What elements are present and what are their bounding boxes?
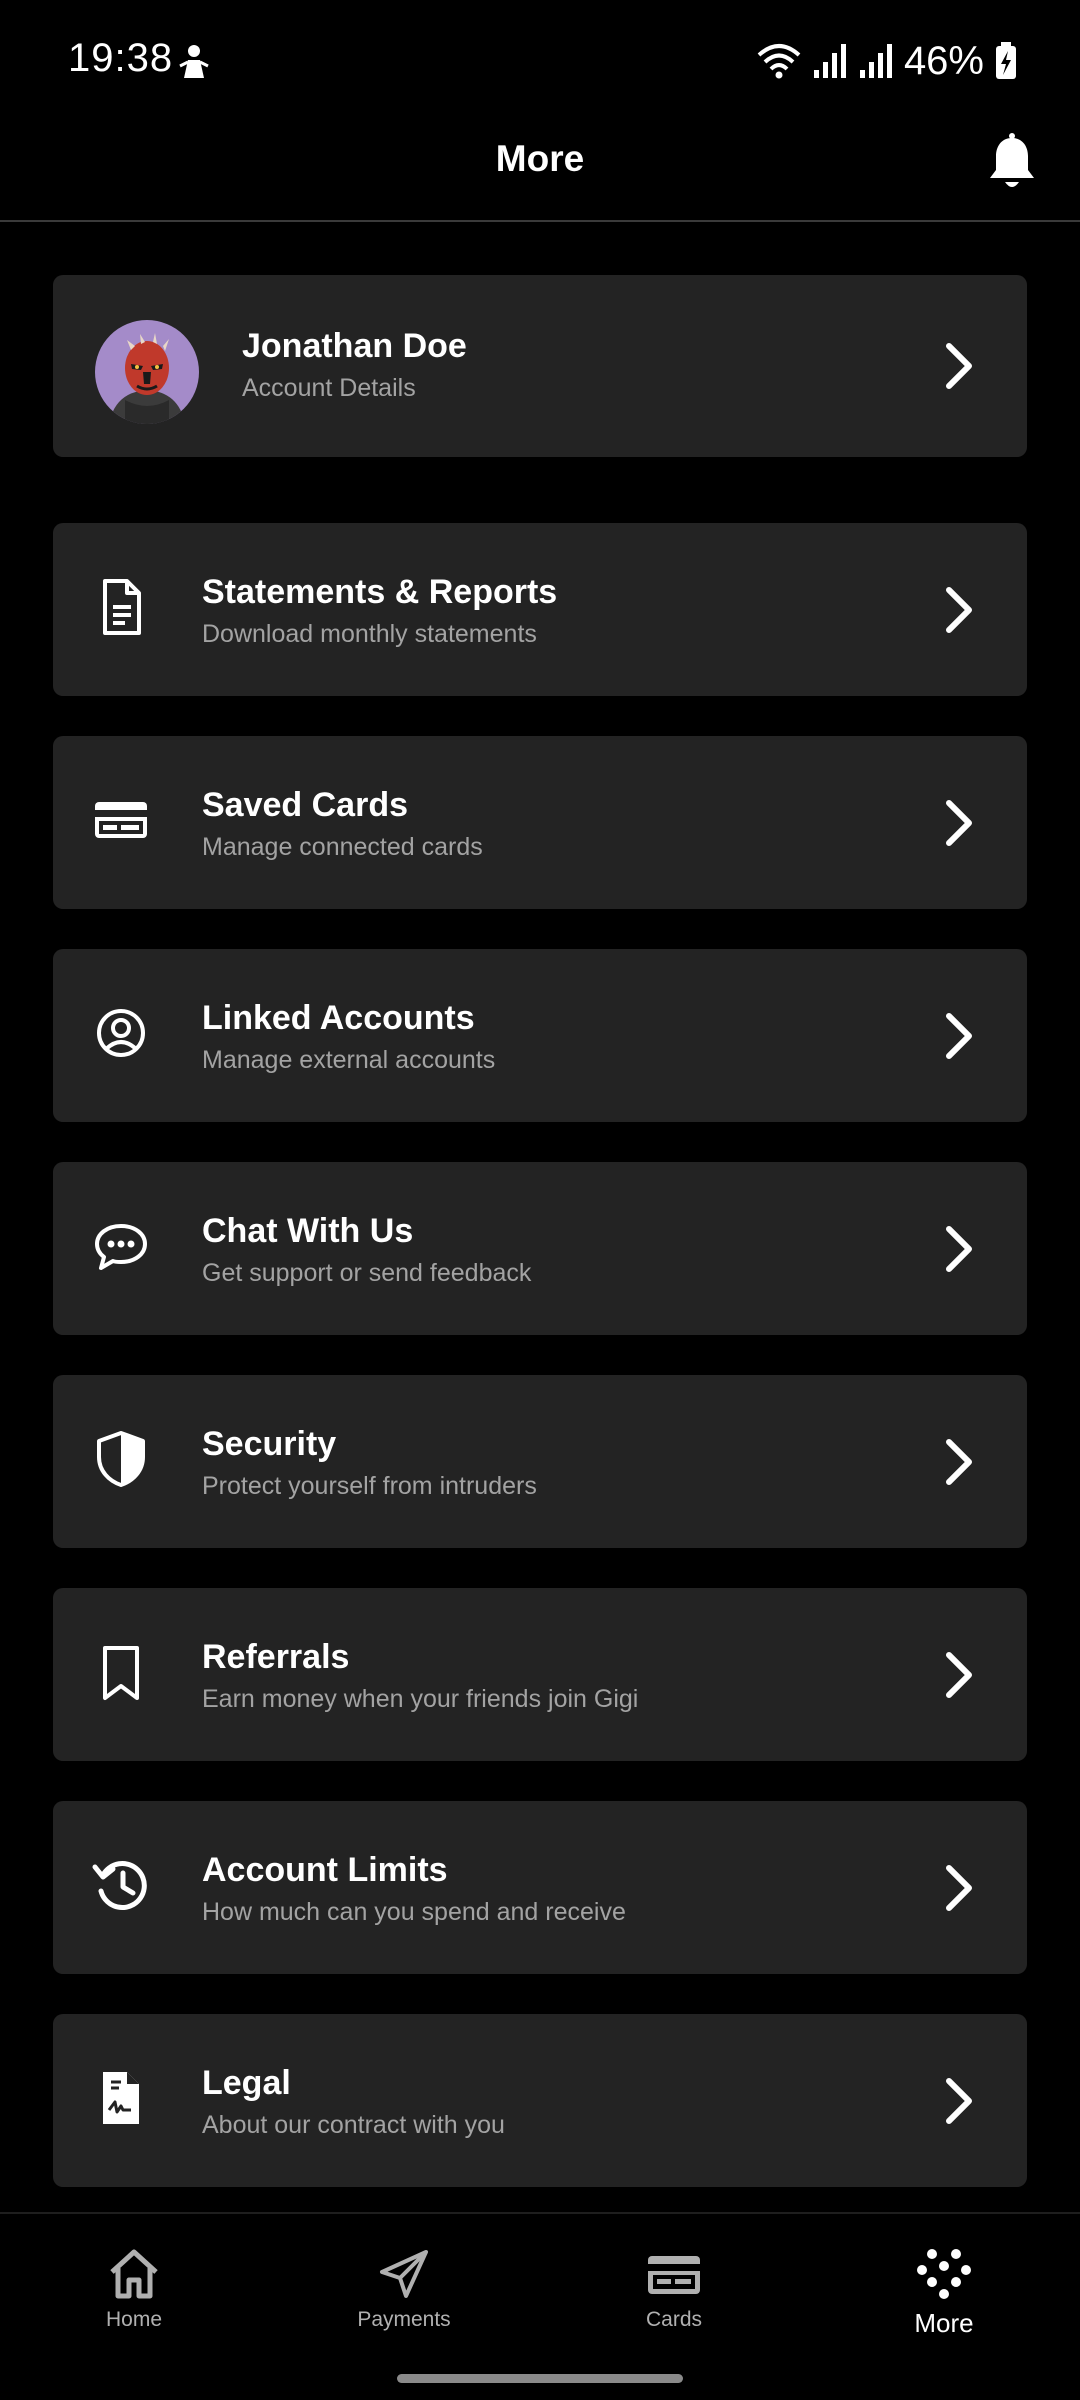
status-time: 19:38 [68,36,174,80]
menu-item-account-limits[interactable]: Account Limits How much can you spend an… [53,1801,1027,1974]
chat-icon [95,1224,147,1270]
home-indicator[interactable] [397,2374,683,2383]
chevron-right-icon [946,343,972,389]
nav-more[interactable]: More [844,2246,1044,2339]
user-circle-icon [97,1009,145,1057]
battery-percent: 46% [903,38,984,83]
signal-icon-2 [859,44,892,78]
document-icon [103,579,141,635]
menu-item-title: Chat With Us [202,1212,414,1250]
chevron-right-icon [946,1225,972,1272]
nav-label: Cards [645,2308,703,2331]
page-title: More [495,138,585,179]
chevron-right-icon [946,2077,972,2124]
chevron-right-icon [946,1864,972,1911]
menu-item-statements[interactable]: Statements & Reports Download monthly st… [53,523,1027,696]
menu-item-chat[interactable]: Chat With Us Get support or send feedbac… [53,1162,1027,1335]
menu-item-title: Statements & Reports [202,573,558,611]
menu-item-security[interactable]: Security Protect yourself from intruders [53,1375,1027,1548]
history-icon [92,1861,147,1910]
chevron-right-icon [946,1651,972,1698]
menu-item-subtitle: Manage connected cards [202,833,483,861]
chevron-right-icon [946,1012,972,1059]
menu-item-subtitle: Earn money when your friends join Gigi [202,1685,639,1713]
bookmark-icon [103,1646,139,1700]
chevron-right-icon [946,799,972,846]
menu-item-subtitle: Protect yourself from intruders [202,1472,537,1500]
menu-item-title: Account Limits [202,1851,448,1889]
menu-item-subtitle: About our contract with you [202,2111,505,2139]
paper-plane-icon [380,2250,428,2298]
menu-item-title: Linked Accounts [202,999,475,1037]
contract-icon [103,2072,139,2124]
menu-item-saved-cards[interactable]: Saved Cards Manage connected cards [53,736,1027,909]
notification-app-icon [179,45,209,78]
menu-item-referrals[interactable]: Referrals Earn money when your friends j… [53,1588,1027,1761]
menu-item-legal[interactable]: Legal About our contract with you [53,2014,1027,2187]
nav-label: Payments [357,2308,451,2331]
signal-icon [813,44,846,78]
menu-item-linked-accounts[interactable]: Linked Accounts Manage external accounts [53,949,1027,1122]
home-icon [110,2249,158,2299]
credit-card-icon [95,802,147,838]
profile-name: Jonathan Doe [242,327,467,365]
account-details-card[interactable]: Jonathan Doe Account Details [53,275,1027,457]
menu-item-title: Security [202,1425,337,1463]
avatar [95,320,199,424]
menu-item-subtitle: How much can you spend and receive [202,1898,626,1926]
menu-item-subtitle: Download monthly statements [202,620,537,648]
menu-item-subtitle: Manage external accounts [202,1046,496,1074]
bell-icon[interactable] [984,132,1040,192]
top-app-bar: More [0,120,1080,222]
menu-item-title: Saved Cards [202,786,408,824]
card-icon [648,2256,700,2294]
profile-subtitle: Account Details [242,374,416,402]
bottom-navigation: Home Payments Cards More [0,2212,1080,2400]
menu-item-title: Referrals [202,1638,350,1676]
nav-cards[interactable]: Cards [574,2246,774,2332]
shield-icon [97,1431,145,1487]
wifi-icon [757,44,801,79]
chevron-right-icon [946,1438,972,1485]
menu-item-title: Legal [202,2064,291,2102]
menu-item-subtitle: Get support or send feedback [202,1259,532,1287]
nav-label: Home [105,2308,163,2331]
nav-payments[interactable]: Payments [304,2246,504,2332]
battery-charging-icon [996,42,1016,79]
dots-grid-icon [917,2249,971,2299]
chevron-right-icon [946,586,972,633]
status-bar: 19:38 46% [0,0,1080,120]
nav-label: More [914,2308,974,2338]
nav-home[interactable]: Home [34,2246,234,2332]
